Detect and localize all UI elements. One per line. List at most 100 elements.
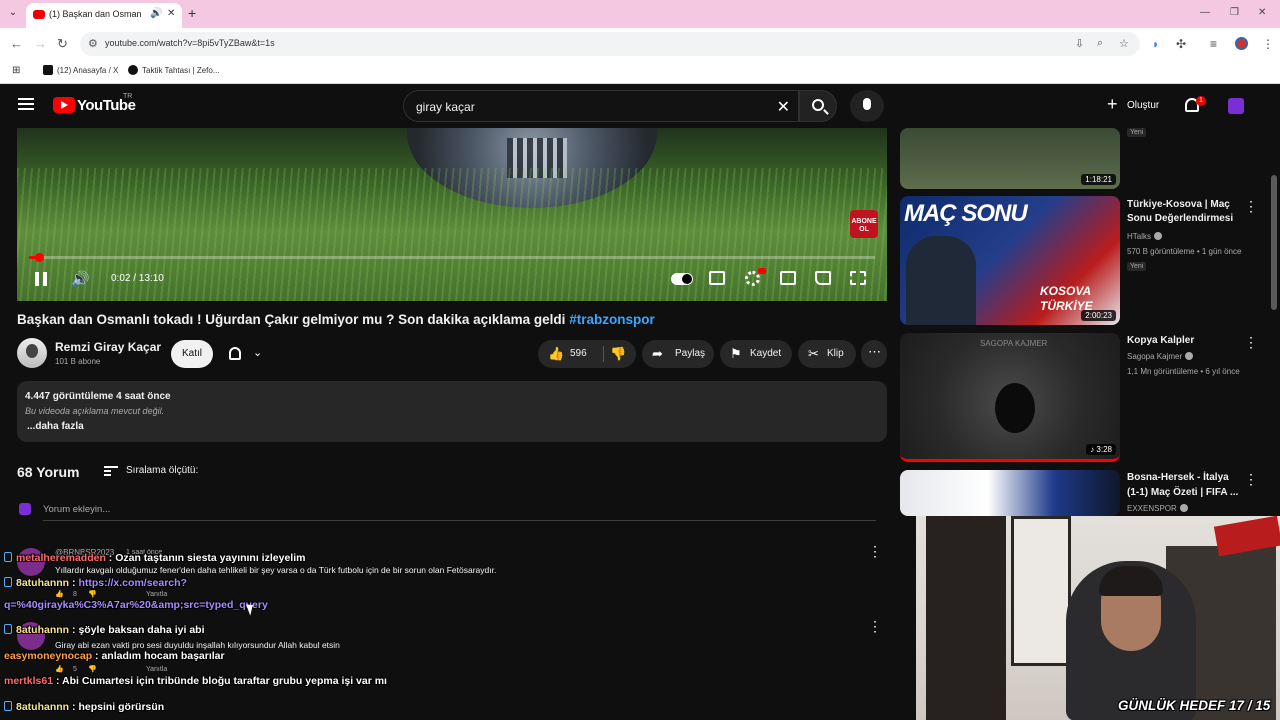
clear-search-icon[interactable]: ✕	[777, 97, 790, 117]
sort-button[interactable]: Sıralama ölçütü:	[126, 465, 198, 476]
chat-user: 8atuhannn	[16, 577, 70, 589]
install-icon[interactable]: ⇩	[1075, 37, 1084, 50]
restore-icon[interactable]: ❐	[1230, 7, 1239, 18]
comment-reply-button[interactable]: Yanıtla	[146, 591, 167, 598]
recommendation-thumbnail[interactable]: SAGOPA KAJMER ♪ 3:28	[900, 333, 1120, 462]
bookmark-taktik[interactable]: Taktik Tahtası | Zefo...	[128, 65, 220, 75]
chevron-down-icon: ⌄	[253, 347, 263, 359]
comment-text: Giray abi ezan vakti pro sesi duyuldu in…	[55, 640, 340, 650]
progress-bar[interactable]	[29, 253, 875, 262]
browser-tab[interactable]: (1) Başkan dan Osmanlı tok 🔊 ✕	[26, 3, 182, 28]
add-comment-input[interactable]: Yorum ekleyin...	[43, 504, 110, 515]
recommendation-thumbnail[interactable]: MAÇ SONU KOSOVA TÜRKİYE 2:00:23	[900, 196, 1120, 325]
comment-menu-icon[interactable]	[868, 619, 882, 635]
chat-message: metalheremadden : Ozan taştanın siesta y…	[4, 552, 305, 564]
share-button[interactable]: ➦ Paylaş	[642, 340, 714, 368]
menu-icon[interactable]	[18, 98, 34, 110]
subscription-bell-button[interactable]: ⌄	[223, 340, 273, 368]
chat-link[interactable]: q=%40girayka%C3%A7ar%20&amp;src=typed_qu…	[4, 599, 268, 611]
speaker-icon[interactable]: 🔊	[150, 8, 162, 19]
autoplay-toggle[interactable]	[671, 273, 693, 285]
apps-icon[interactable]: ⊞	[12, 65, 20, 76]
page-scrollbar[interactable]	[1271, 175, 1277, 310]
recommendation-thumbnail[interactable]: 1:18:21	[900, 128, 1120, 189]
recommendation-menu-icon[interactable]	[1244, 471, 1250, 485]
search-button[interactable]	[799, 90, 837, 122]
recommendation-channel[interactable]: EXXENSPOR	[1127, 504, 1188, 513]
save-button[interactable]: ⚑ Kaydet	[720, 340, 792, 368]
like-count[interactable]: 596	[570, 348, 587, 359]
volume-icon[interactable]: 🔊	[71, 270, 90, 288]
url-text: youtube.com/watch?v=8pi5vTyZBaw&t=1s	[105, 38, 275, 48]
comment-dislike-icon[interactable]: 👎	[88, 665, 97, 673]
forward-icon[interactable]: →	[34, 36, 47, 51]
search-input[interactable]: giray kaçar ✕	[403, 90, 799, 122]
bookmark-star-icon[interactable]: ☆	[1119, 37, 1129, 50]
dislike-icon[interactable]: 👎	[610, 346, 626, 362]
recommendation-menu-icon[interactable]	[1244, 334, 1250, 348]
voice-search-button[interactable]	[850, 90, 884, 122]
channel-name[interactable]: Remzi Giray Kaçar	[55, 340, 161, 354]
recommendation-title-line2[interactable]: (1-1) Maç Özeti | FIFA ...	[1127, 486, 1238, 500]
tab-search-icon[interactable]: ⌄	[6, 7, 20, 21]
pause-icon[interactable]	[35, 272, 47, 286]
thumb-person	[906, 236, 976, 325]
join-button[interactable]: Katıl	[171, 340, 213, 368]
like-separator	[603, 346, 604, 362]
recommendation-title-line2[interactable]: Sonu Değerlendirmesi	[1127, 212, 1233, 226]
sort-icon[interactable]	[104, 466, 118, 476]
reload-icon[interactable]: ↻	[57, 36, 68, 52]
site-info-icon[interactable]: ⚙	[88, 37, 98, 50]
recommendation-title[interactable]: Kopya Kalpler	[1127, 334, 1194, 348]
chat-user: 8atuhannn	[16, 624, 70, 636]
puzzle-icon[interactable]: ✣	[1176, 37, 1186, 51]
subtitles-icon[interactable]	[709, 271, 725, 285]
hd-badge	[758, 268, 766, 274]
video-player[interactable]: ABONE OL 🔊 0:02 / 13:10	[17, 128, 887, 301]
bookmark-x[interactable]: (12) Anasayfa / X	[43, 65, 118, 75]
extension-icon[interactable]: ◗	[1152, 37, 1159, 51]
recommendation-title[interactable]: Türkiye-Kosova | Maç	[1127, 198, 1230, 212]
create-button[interactable]: + Oluştur	[1103, 92, 1171, 120]
comment-dislike-icon[interactable]: 👎	[88, 590, 97, 598]
duration-value: 3:28	[1096, 445, 1112, 454]
my-avatar	[19, 503, 31, 515]
new-tab-icon[interactable]: +	[188, 5, 196, 21]
zoom-icon[interactable]: ⌕	[1097, 37, 1103, 50]
miniplayer-icon[interactable]	[780, 271, 796, 285]
subscribe-watermark[interactable]: ABONE OL	[850, 210, 878, 238]
recommendation-thumbnail[interactable]	[900, 470, 1120, 516]
recommendation-channel[interactable]: Sagopa Kajmer	[1127, 352, 1194, 361]
minimize-icon[interactable]: —	[1200, 7, 1210, 18]
comment-like-icon[interactable]: 👍	[55, 665, 64, 673]
bell-icon	[229, 347, 241, 360]
comment-like-icon[interactable]: 👍	[55, 590, 64, 598]
hashtag-link[interactable]: #trabzonspor	[569, 312, 655, 327]
back-icon[interactable]: ←	[10, 36, 23, 51]
comment-menu-icon[interactable]	[868, 544, 882, 560]
show-more-link[interactable]: ...daha fazla	[27, 421, 84, 432]
like-icon[interactable]: 👍	[548, 346, 564, 362]
youtube-logo-icon[interactable]	[53, 97, 75, 113]
chat-link[interactable]: https://x.com/search?	[78, 577, 187, 589]
profile-avatar[interactable]	[1235, 37, 1248, 50]
comment-reply-button[interactable]: Yanıtla	[146, 666, 167, 673]
description-box[interactable]: 4.447 görüntüleme 4 saat önce Bu videoda…	[17, 381, 887, 442]
recommendation-menu-icon[interactable]	[1244, 198, 1250, 212]
more-actions-button[interactable]: ⋯	[861, 340, 887, 368]
fullscreen-icon[interactable]	[850, 271, 866, 285]
channel-label: Sagopa Kajmer	[1127, 352, 1183, 361]
clip-button[interactable]: ✂ Klip	[798, 340, 856, 368]
browser-menu-icon[interactable]: ⋮	[1262, 37, 1274, 51]
cast-icon[interactable]	[815, 271, 831, 285]
share-label: Paylaş	[675, 348, 706, 359]
scissors-icon: ✂	[808, 346, 819, 361]
account-avatar[interactable]	[1228, 98, 1244, 114]
recommendation-title[interactable]: Bosna-Hersek - İtalya	[1127, 471, 1229, 485]
recommendation-channel[interactable]: HTalks	[1127, 232, 1163, 241]
omnibox[interactable]: ⚙ youtube.com/watch?v=8pi5vTyZBaw&t=1s ⇩…	[80, 32, 1140, 56]
media-icon[interactable]: ≡	[1210, 37, 1217, 51]
window-close-icon[interactable]: ✕	[1258, 7, 1266, 18]
channel-avatar[interactable]	[17, 338, 47, 368]
close-tab-icon[interactable]: ✕	[167, 8, 175, 19]
